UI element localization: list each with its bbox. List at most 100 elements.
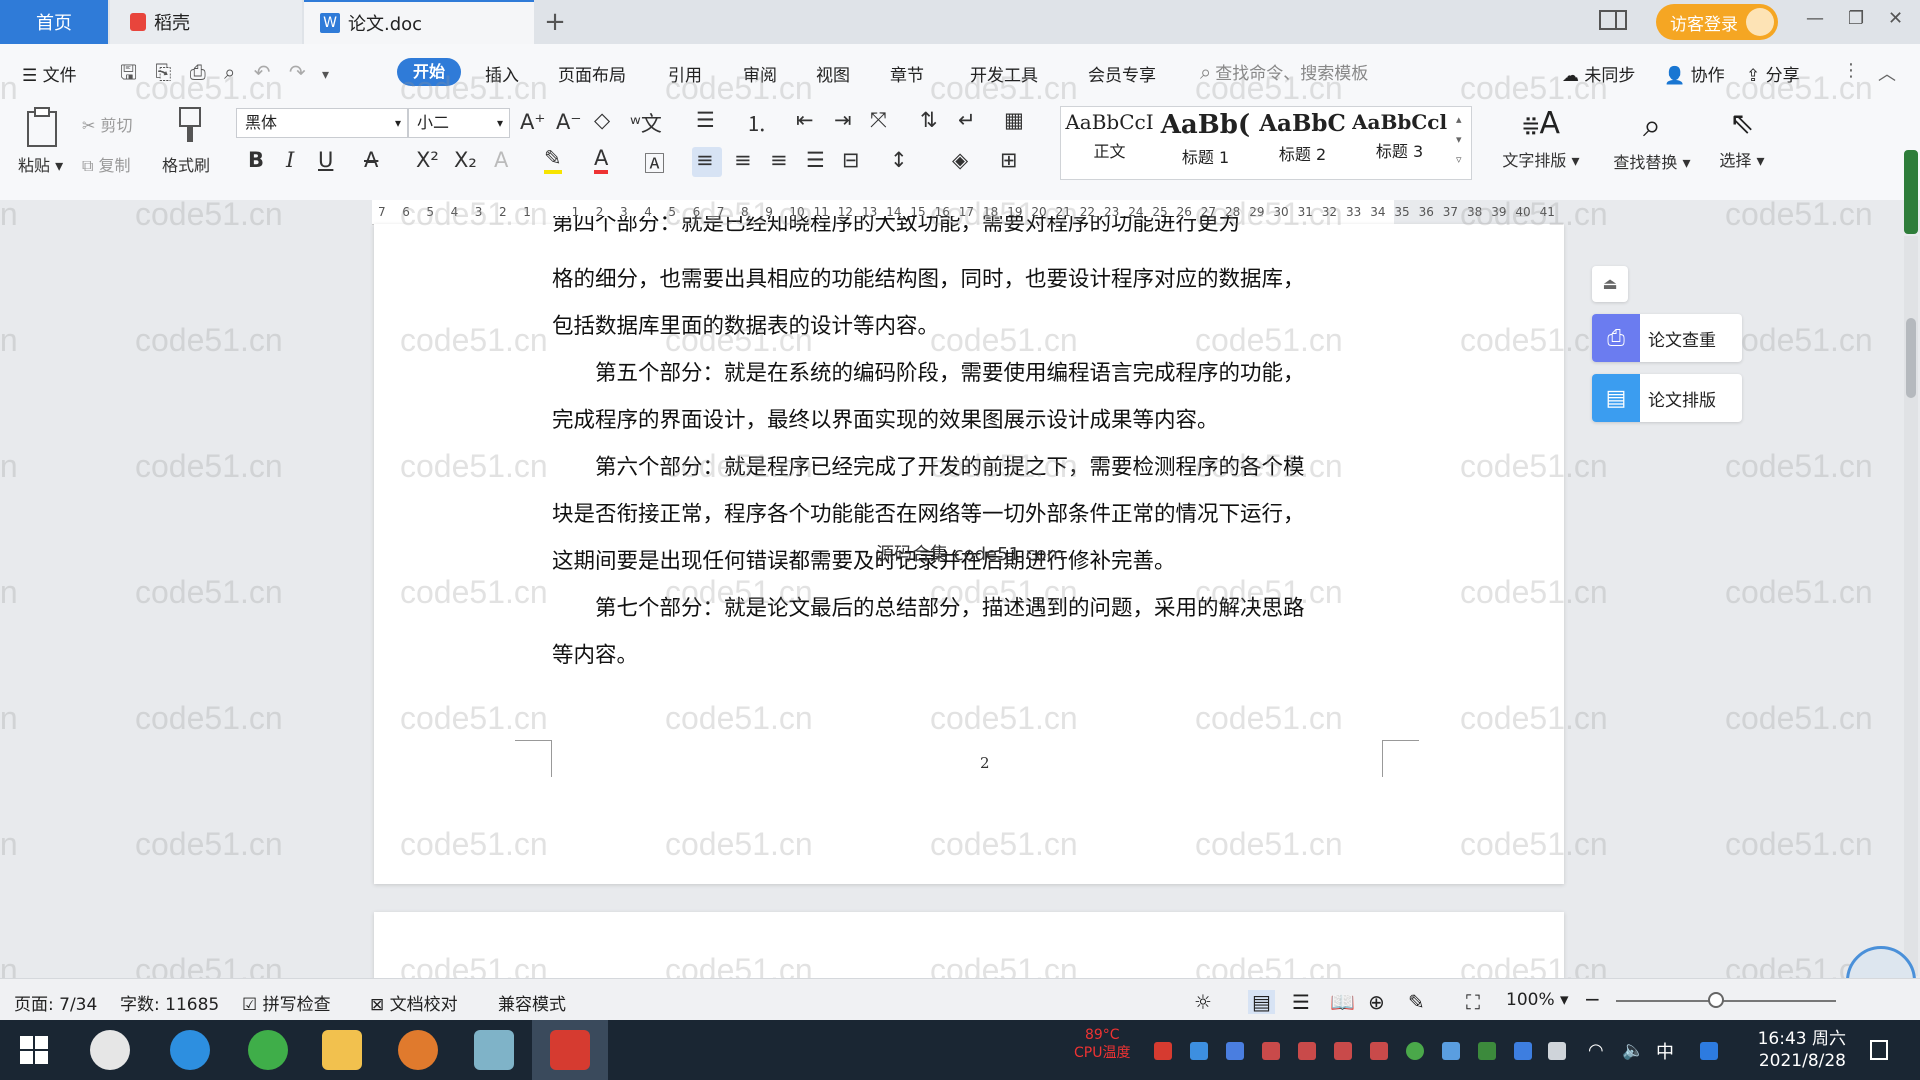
zoom-level[interactable]: 100% ▾ <box>1506 990 1569 1010</box>
ime-indicator[interactable]: 中 <box>1656 1038 1674 1064</box>
next-document-page[interactable] <box>374 912 1564 980</box>
shading-icon[interactable]: ◈ <box>952 148 968 172</box>
decrease-indent-icon[interactable]: ⇤ <box>796 108 814 132</box>
collab-button[interactable]: 👤 协作 <box>1664 61 1725 86</box>
tray-app-icon[interactable] <box>1370 1042 1388 1060</box>
zoom-out-icon[interactable]: − <box>1584 987 1601 1011</box>
visitor-login-button[interactable]: 访客登录 <box>1656 4 1778 40</box>
ie-browser-icon[interactable] <box>170 1030 210 1070</box>
font-name-select[interactable]: 黑体 ▾ <box>236 108 408 138</box>
app-notebook-icon[interactable] <box>474 1030 514 1070</box>
bullet-list-icon[interactable]: ☰ <box>696 108 715 132</box>
style-normal[interactable]: AaBbCcI 正文 <box>1062 110 1157 176</box>
cut-button[interactable]: ✂ 剪切 <box>82 112 133 136</box>
subscript-icon[interactable]: X₂ <box>454 148 477 172</box>
fit-page-icon[interactable]: ⛶ <box>1466 990 1480 1014</box>
style-heading-1[interactable]: AaBb( 标题 1 <box>1158 110 1253 176</box>
paste-button[interactable] <box>22 106 62 154</box>
clear-format-icon[interactable]: ◇ <box>594 108 610 132</box>
sync-status[interactable]: ☁ 未同步 <box>1562 61 1635 86</box>
text-layout-button[interactable]: ⩷A 文字排版 ▾ <box>1496 106 1586 171</box>
highlight-icon[interactable]: ✎ <box>544 146 562 174</box>
strikethrough-icon[interactable]: A <box>364 148 378 172</box>
shrink-font-icon[interactable]: A⁻ <box>556 110 581 134</box>
tray-app-icon[interactable] <box>1298 1042 1316 1060</box>
print-preview-icon[interactable]: ⌕ <box>224 60 235 84</box>
wps-taskbar-button[interactable] <box>532 1020 608 1080</box>
tray-app-icon[interactable] <box>1190 1042 1208 1060</box>
nvidia-icon[interactable] <box>1478 1042 1496 1060</box>
print-icon[interactable]: ⎙ <box>190 60 206 84</box>
volume-icon[interactable]: 🔈 <box>1622 1040 1644 1061</box>
save-icon[interactable]: 🖫 <box>120 60 137 84</box>
table-tool-icon[interactable]: ▦ <box>1004 108 1024 132</box>
new-tab-button[interactable]: + <box>540 0 570 44</box>
menu-chapter[interactable]: 章节 <box>890 61 924 86</box>
restore-icon[interactable]: ❐ <box>1848 8 1864 29</box>
increase-indent-icon[interactable]: ⇥ <box>834 108 852 132</box>
window-layout-icon[interactable] <box>1598 8 1628 37</box>
zoom-slider[interactable] <box>1616 1000 1836 1002</box>
tray-app-icon[interactable] <box>1442 1042 1460 1060</box>
tray-app-icon[interactable] <box>1334 1042 1352 1060</box>
format-painter-button[interactable] <box>172 106 208 150</box>
font-size-select[interactable]: 小二 ▾ <box>408 108 510 138</box>
page-view-icon[interactable]: ▤ <box>1248 990 1275 1014</box>
tray-app-icon[interactable] <box>1154 1042 1172 1060</box>
styles-scroll-icon[interactable]: ▴ ▾ ▿ <box>1456 110 1462 170</box>
page-indicator[interactable]: 页面: 7/34 <box>14 990 97 1015</box>
tab-daoke[interactable]: 稻壳 <box>110 0 302 44</box>
pinwheel-app-icon[interactable] <box>90 1030 130 1070</box>
text-effect-icon[interactable]: A <box>494 148 508 172</box>
redo-icon[interactable]: ↷ <box>289 60 306 84</box>
write-view-icon[interactable]: ✎ <box>1408 990 1425 1014</box>
wifi-icon[interactable]: ◠ <box>1588 1040 1604 1061</box>
menu-insert[interactable]: 插入 <box>485 61 519 86</box>
bold-icon[interactable]: B <box>248 148 264 172</box>
grow-font-icon[interactable]: A⁺ <box>520 110 545 134</box>
menu-file[interactable]: ☰ 文件 <box>22 61 77 86</box>
undo-icon[interactable]: ↶ <box>254 60 271 84</box>
web-view-icon[interactable]: ⊕ <box>1368 990 1385 1014</box>
tray-app-icon[interactable] <box>1700 1042 1718 1060</box>
font-color-icon[interactable]: A <box>594 146 609 174</box>
menu-view[interactable]: 视图 <box>816 61 850 86</box>
align-left-icon[interactable]: ≡ <box>696 148 714 172</box>
more-chevron-icon[interactable]: ▾ <box>322 67 329 83</box>
scrollbar-thumb[interactable] <box>1906 318 1916 398</box>
menu-reference[interactable]: 引用 <box>668 61 702 86</box>
chinese-layout-icon[interactable]: ⤧ <box>870 108 887 133</box>
bluetooth-icon[interactable] <box>1514 1042 1532 1060</box>
select-button[interactable]: ⇖ 选择 ▾ <box>1712 106 1772 171</box>
collapse-ribbon-icon[interactable]: ︿ <box>1878 60 1896 86</box>
paper-check-button[interactable]: ⎙ 论文查重 <box>1592 314 1742 362</box>
line-spacing-icon[interactable]: ↕ <box>890 148 908 172</box>
numbered-list-icon[interactable]: ⒈ <box>746 108 767 138</box>
battery-icon[interactable] <box>1548 1042 1566 1060</box>
show-marks-icon[interactable]: ↵ <box>958 108 976 132</box>
find-replace-button[interactable]: ⌕ 查找替换 ▾ <box>1602 106 1702 173</box>
tab-home[interactable]: 首页 <box>0 0 108 44</box>
menu-member[interactable]: 会员专享 <box>1088 61 1156 86</box>
browser-360-icon[interactable] <box>248 1030 288 1070</box>
style-heading-2[interactable]: AaBbC 标题 2 <box>1255 110 1350 176</box>
align-right-icon[interactable]: ≡ <box>770 148 788 172</box>
zoom-slider-thumb[interactable] <box>1708 992 1724 1008</box>
notification-icon[interactable] <box>1870 1040 1888 1060</box>
tray-app-icon[interactable] <box>1262 1042 1280 1060</box>
char-border-icon[interactable]: 🄰 <box>644 148 665 178</box>
style-heading-3[interactable]: AaBbCcl 标题 3 <box>1352 110 1447 176</box>
tab-document[interactable]: W 论文.doc <box>304 0 534 44</box>
doc-proof-button[interactable]: ⊠ 文档校对 <box>370 990 458 1015</box>
phonetic-guide-icon[interactable]: ʷ文 <box>630 108 662 138</box>
reading-view-icon[interactable]: 📖 <box>1330 990 1355 1014</box>
file-explorer-icon[interactable] <box>322 1030 362 1070</box>
collapse-panel-icon[interactable]: ⏏ <box>1592 266 1628 302</box>
outline-view-icon[interactable]: ☰ <box>1292 990 1310 1014</box>
align-center-icon[interactable]: ≡ <box>734 148 752 172</box>
superscript-icon[interactable]: X² <box>416 148 439 172</box>
copy-button[interactable]: ⧉ 复制 <box>82 152 131 176</box>
tray-app-icon[interactable] <box>1406 1042 1424 1060</box>
underline-icon[interactable]: U <box>318 148 333 172</box>
command-search-box[interactable]: ⌕ 查找命令、搜索模板 <box>1200 59 1368 85</box>
